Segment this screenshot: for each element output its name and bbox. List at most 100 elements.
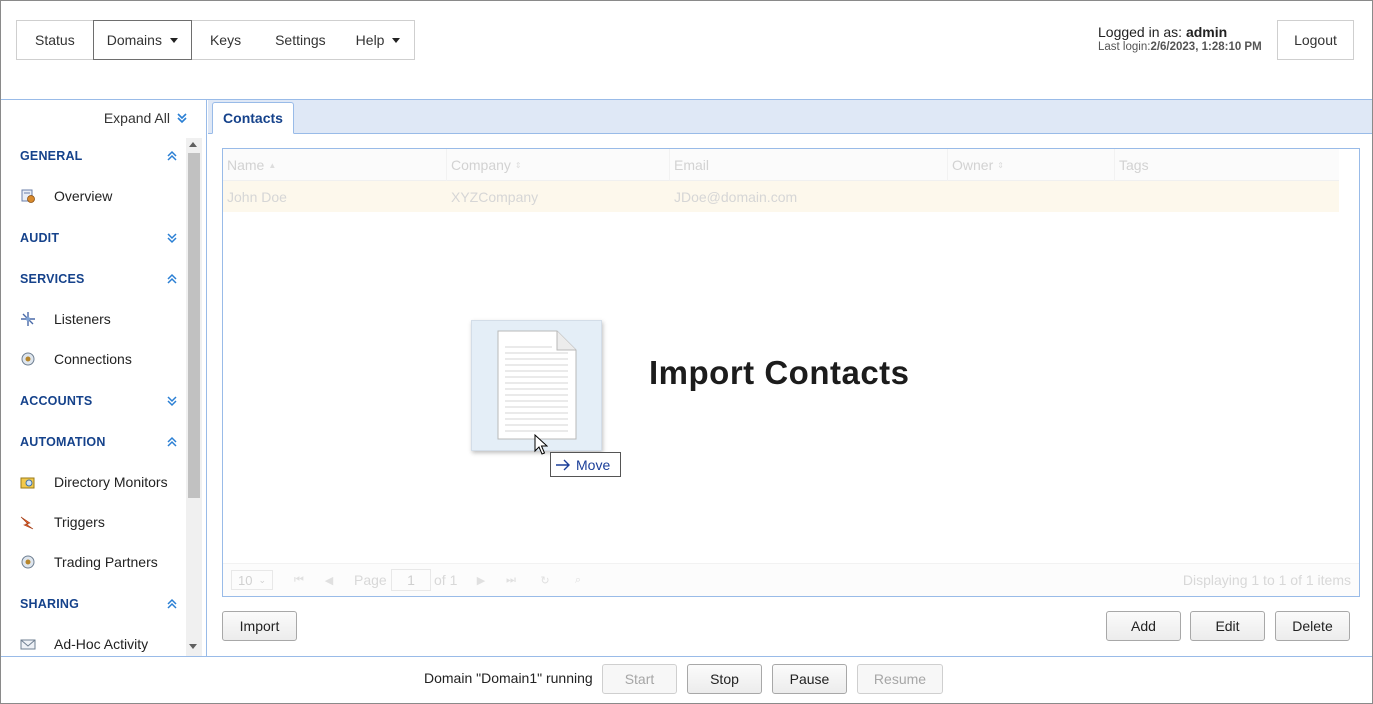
sidebar-item-listeners-label: Listeners (54, 311, 111, 327)
section-general[interactable]: GENERAL (20, 149, 83, 163)
sidebar-item-triggers-label: Triggers (54, 514, 105, 530)
sidebar-item-connections[interactable]: Connections (20, 351, 132, 367)
mouse-cursor-icon (534, 434, 548, 455)
sort-asc-icon: ▲ (268, 160, 277, 170)
chevron-down-icon: ⌄ (258, 574, 267, 585)
sidebar-item-adhoc-label: Ad-Hoc Activity (54, 636, 149, 652)
column-email-label: Email (674, 157, 710, 173)
import-button[interactable]: Import (222, 611, 297, 641)
double-chevron-up-icon[interactable] (166, 150, 178, 162)
arrow-right-icon (556, 459, 570, 470)
sidebar-item-directory-monitors[interactable]: Directory Monitors (20, 474, 168, 490)
drop-zone-title: Import Contacts (649, 354, 910, 391)
nav-keys[interactable]: Keys (192, 21, 259, 59)
double-chevron-up-icon[interactable] (166, 273, 178, 285)
tab-contacts[interactable]: Contacts (212, 102, 294, 134)
page-label: Page (354, 572, 387, 588)
column-header-name[interactable]: Name ▲ (223, 149, 447, 181)
search-icon[interactable]: ⌕ (571, 573, 585, 587)
directory-monitor-icon (20, 474, 36, 490)
cell-company: XYZCompany (451, 188, 539, 205)
move-tooltip: Move (550, 452, 621, 477)
sidebar-item-triggers[interactable]: Triggers (20, 514, 105, 530)
double-chevron-up-icon[interactable] (166, 436, 178, 448)
last-login-label: Last login: (1098, 41, 1151, 53)
sidebar-item-adhoc-activity[interactable]: Ad-Hoc Activity (20, 636, 148, 652)
last-page-icon[interactable]: ⏭ (504, 573, 518, 587)
start-button[interactable]: Start (602, 664, 677, 694)
drag-document-preview (471, 320, 602, 451)
nav-settings[interactable]: Settings (259, 21, 342, 59)
column-header-company[interactable]: Company ⇕ (447, 149, 670, 181)
section-automation[interactable]: AUTOMATION (20, 435, 106, 449)
logged-in-user: admin (1185, 24, 1228, 40)
move-label: Move (576, 456, 611, 473)
resume-button[interactable]: Resume (857, 664, 943, 694)
caret-down-icon (392, 37, 401, 43)
nav-domains-label: Domains (106, 32, 162, 48)
column-company-label: Company (451, 157, 511, 173)
top-nav: Status Domains Keys Settings Help (16, 20, 416, 60)
cell-tags (1115, 181, 1119, 212)
logged-in-label: Logged in as: (1098, 24, 1186, 40)
column-tags-label: Tags (1119, 157, 1149, 173)
cell-owner (948, 181, 952, 212)
sidebar-scroll-thumb[interactable] (188, 153, 200, 498)
expand-all-button[interactable]: Expand All (104, 110, 188, 126)
cell-name: John Doe (227, 188, 287, 205)
grid-pager: 10 ⌄ ⏮ ◀ Page 1 of 1 ▶ ⏭ ↻ ⌕ Displaying 1… (223, 563, 1359, 596)
tab-bar: Contacts (208, 100, 1372, 134)
domain-status-text: Domain "Domain1" running (424, 670, 593, 686)
add-button[interactable]: Add (1106, 611, 1181, 641)
nav-status[interactable]: Status (17, 21, 93, 59)
stop-button[interactable]: Stop (687, 664, 762, 694)
prev-page-icon[interactable]: ◀ (322, 573, 336, 587)
first-page-icon[interactable]: ⏮ (292, 573, 306, 587)
pause-button[interactable]: Pause (772, 664, 847, 694)
section-audit[interactable]: AUDIT (20, 231, 59, 245)
section-accounts[interactable]: ACCOUNTS (20, 394, 92, 408)
overview-icon (20, 188, 36, 204)
section-sharing[interactable]: SHARING (20, 597, 79, 611)
sidebar-item-trading-partners[interactable]: Trading Partners (20, 554, 158, 570)
nav-help[interactable]: Help (342, 21, 415, 59)
table-row[interactable]: John Doe XYZCompany JDoe@domain.com (223, 181, 1339, 212)
trading-partners-icon (20, 554, 36, 570)
caret-down-icon (169, 37, 178, 43)
nav-help-label: Help (355, 32, 385, 48)
sidebar-item-listeners[interactable]: Listeners (20, 311, 111, 327)
nav-keys-label: Keys (209, 32, 242, 48)
column-header-tags[interactable]: Tags (1115, 149, 1339, 181)
page-number-input[interactable]: 1 (391, 569, 431, 591)
scroll-up-arrow-icon[interactable] (189, 142, 197, 147)
double-chevron-down-icon (177, 113, 187, 124)
double-chevron-up-icon[interactable] (166, 598, 178, 610)
logged-in-line: Logged in as: admin (1098, 24, 1262, 40)
section-services[interactable]: SERVICES (20, 272, 85, 286)
cell-email: JDoe@domain.com (674, 188, 798, 205)
double-chevron-down-icon[interactable] (166, 395, 178, 407)
sidebar-item-overview[interactable]: Overview (20, 188, 112, 204)
page-size-select[interactable]: 10 ⌄ (231, 570, 273, 590)
column-owner-label: Owner (952, 157, 994, 173)
last-login-line: Last login:2/6/2023, 1:28:10 PM (1098, 41, 1262, 53)
sidebar-item-overview-label: Overview (54, 188, 113, 204)
page-size-value: 10 (238, 572, 253, 588)
column-header-owner[interactable]: Owner ⇕ (948, 149, 1115, 181)
edit-button[interactable]: Edit (1190, 611, 1265, 641)
scroll-down-arrow-icon[interactable] (189, 644, 197, 649)
triggers-icon (20, 514, 36, 530)
column-header-email[interactable]: Email (670, 149, 948, 181)
displaying-count: Displaying 1 to 1 of 1 items (1182, 572, 1351, 588)
login-info: Logged in as: admin Last login:2/6/2023,… (1098, 24, 1262, 53)
delete-button[interactable]: Delete (1275, 611, 1350, 641)
nav-domains[interactable]: Domains (92, 20, 192, 60)
next-page-icon[interactable]: ▶ (474, 573, 488, 587)
logout-button[interactable]: Logout (1277, 20, 1354, 60)
page-of-label: of 1 (434, 572, 458, 588)
refresh-icon[interactable]: ↻ (538, 573, 552, 587)
document-icon (497, 330, 577, 440)
sidebar-item-directory-monitors-label: Directory Monitors (54, 474, 168, 490)
grid-header: Name ▲ Company ⇕ Email Owner ⇕ Tags (223, 149, 1339, 181)
double-chevron-down-icon[interactable] (166, 232, 178, 244)
